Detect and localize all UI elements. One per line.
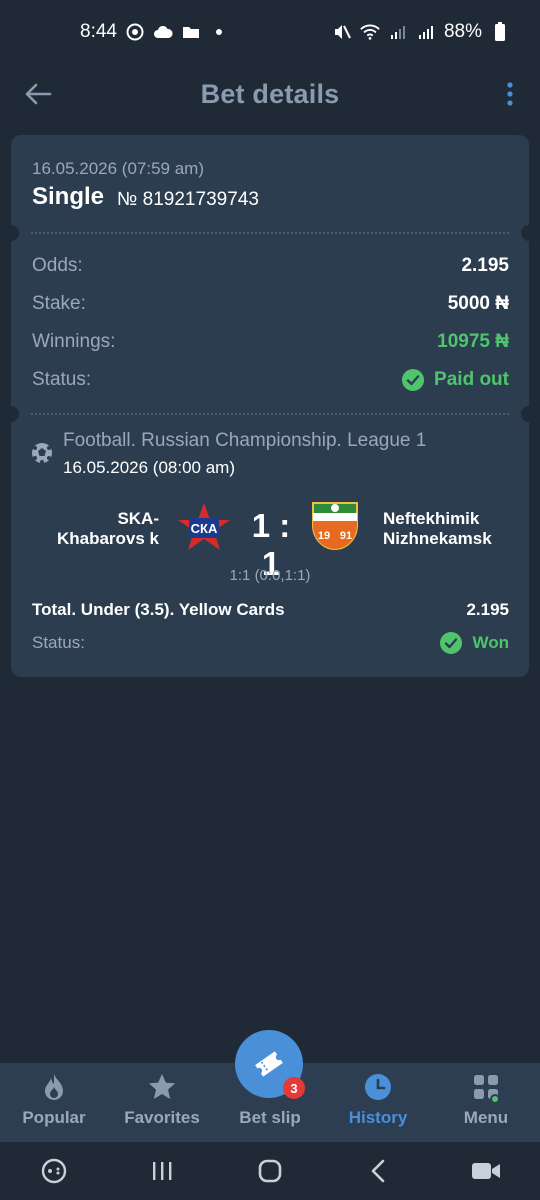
battery-text: 88% [443, 21, 482, 42]
card-notch [521, 225, 537, 241]
flame-icon [39, 1072, 69, 1102]
status-value-group: Paid out [402, 369, 509, 391]
odds-value: 2.195 [461, 255, 509, 276]
shutter-icon [125, 22, 145, 42]
stake-value: 5000 ₦ [447, 293, 509, 314]
app-header: Bet details [0, 64, 540, 124]
divider [31, 413, 509, 415]
bet-date: 16.05.2026 (07:59 am) [32, 159, 205, 178]
card-notch [3, 406, 19, 422]
nav-label: Bet slip [239, 1108, 301, 1127]
home-icon [258, 1159, 282, 1183]
chevron-left-icon [371, 1159, 385, 1183]
cloud-icon [153, 22, 173, 42]
bet-type: Single [32, 183, 105, 210]
odds-row: Odds: 2.195 [32, 253, 509, 279]
more-options-button[interactable] [498, 74, 522, 114]
status-label: Status: [32, 369, 92, 390]
clock-icon [363, 1072, 393, 1102]
bet-card: 16.05.2026 (07:59 am) Single № 819217397… [3, 135, 537, 677]
market-status-group: Won [440, 632, 509, 654]
camera-button[interactable] [466, 1151, 506, 1191]
neftekhimik-logo-icon: 19 91 [312, 502, 358, 550]
recents-button[interactable] [142, 1151, 182, 1191]
away-team-name: Neftekhimik Nizhnekamsk [383, 509, 492, 548]
bet-number: № 81921739743 [117, 189, 259, 210]
system-nav-bar [0, 1142, 540, 1200]
status-left: 8:44 [80, 21, 229, 43]
football-icon [32, 443, 52, 464]
status-right: 88% [332, 21, 510, 43]
market-status-value: Won [472, 633, 509, 652]
back-button[interactable] [18, 74, 58, 114]
nav-label: Popular [22, 1108, 86, 1127]
notification-dot [490, 1094, 500, 1104]
market-row: Total. Under (3.5). Yellow Cards 2.195 [32, 600, 509, 620]
winnings-row: Winnings: 10975 ₦ [32, 329, 509, 355]
market-odds: 2.195 [466, 600, 509, 619]
signal-icon-2 [416, 22, 436, 42]
mute-icon [332, 22, 352, 42]
nav-history[interactable]: History [324, 1063, 432, 1142]
event-date: 16.05.2026 (08:00 am) [63, 458, 236, 477]
ticket-icon [255, 1051, 283, 1077]
nav-label: Favorites [124, 1108, 200, 1127]
clock-text: 8:44 [80, 21, 117, 42]
nav-favorites[interactable]: Favorites [108, 1063, 216, 1142]
video-camera-icon [472, 1163, 500, 1179]
card-notch [521, 406, 537, 422]
nav-label: History [348, 1108, 408, 1127]
card-notch [3, 225, 19, 241]
market-status-row: Status: Won [32, 632, 509, 654]
gamepad-button[interactable] [34, 1151, 74, 1191]
check-circle-icon [402, 369, 425, 391]
recents-icon [153, 1162, 172, 1180]
nav-popular[interactable]: Popular [0, 1063, 108, 1142]
kebab-menu-icon [507, 82, 513, 106]
market-status-label: Status: [32, 633, 85, 652]
status-bar: 8:44 88% [0, 0, 540, 64]
wifi-icon [360, 22, 380, 42]
gamepad-icon [41, 1158, 67, 1184]
status-value: Paid out [434, 369, 509, 390]
stake-label: Stake: [32, 293, 86, 314]
home-team-name: SKA-Khabarovs k [56, 509, 159, 548]
home-button[interactable] [250, 1151, 290, 1191]
dot-icon [209, 22, 229, 42]
check-circle-icon [440, 632, 463, 654]
score-detail: 1:1 (0:0,1:1) [229, 567, 311, 584]
nav-menu[interactable]: Menu [432, 1063, 540, 1142]
odds-label: Odds: [32, 255, 83, 276]
svg-text:СКА: СКА [191, 521, 218, 536]
event-title: Football. Russian Championship. League 1 [63, 430, 427, 451]
market-name: Total. Under (3.5). Yellow Cards [32, 600, 285, 619]
winnings-value: 10975 ₦ [437, 331, 509, 352]
page-title: Bet details [200, 78, 340, 109]
arrow-left-icon [25, 83, 52, 105]
svg-text:91: 91 [340, 530, 352, 542]
stake-row: Stake: 5000 ₦ [32, 291, 509, 317]
nav-label: Menu [463, 1108, 509, 1127]
divider [31, 232, 509, 234]
svg-text:19: 19 [318, 530, 330, 542]
ska-logo-icon: СКА [178, 503, 230, 550]
winnings-label: Winnings: [32, 331, 116, 352]
back-nav-button[interactable] [358, 1151, 398, 1191]
star-icon [147, 1072, 177, 1102]
folder-icon [181, 22, 201, 42]
signal-icon-1 [388, 22, 408, 42]
status-row: Status: Paid out [32, 367, 509, 393]
battery-icon [490, 22, 510, 42]
betslip-count-badge: 3 [283, 1077, 305, 1099]
